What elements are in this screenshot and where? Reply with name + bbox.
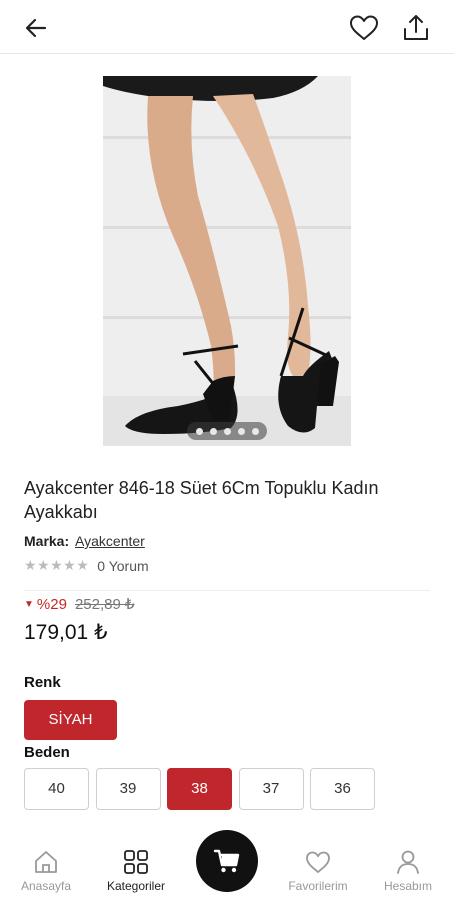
size-label: Beden xyxy=(24,744,70,761)
share-icon xyxy=(404,15,428,40)
nav-categories-label: Kategoriler xyxy=(106,879,166,893)
brand-link[interactable]: Ayakcenter xyxy=(75,533,145,549)
size-option[interactable]: 38 xyxy=(167,768,232,810)
rating-stars: ★★★★★ xyxy=(24,557,90,573)
nav-account-label: Hesabım xyxy=(383,879,433,893)
back-arrow-icon xyxy=(25,18,47,38)
size-option[interactable]: 36 xyxy=(310,768,375,810)
cart-button[interactable] xyxy=(196,830,258,892)
product-title: Ayakcenter 846-18 Süet 6Cm Topuklu Kadın… xyxy=(24,478,379,522)
gallery-dot[interactable] xyxy=(251,427,259,435)
user-icon xyxy=(397,850,419,874)
back-button[interactable] xyxy=(22,14,50,42)
gallery-dot[interactable] xyxy=(237,427,245,435)
gallery-dot[interactable] xyxy=(209,427,217,435)
size-option[interactable]: 40 xyxy=(24,768,89,810)
nav-home-label: Anasayfa xyxy=(20,879,72,893)
product-image-gallery[interactable] xyxy=(103,76,351,446)
size-option[interactable]: 39 xyxy=(95,768,161,810)
brand-row: Marka: Ayakcenter xyxy=(24,533,145,549)
favorite-button[interactable] xyxy=(348,12,380,44)
gallery-pagination-dots[interactable] xyxy=(187,422,267,440)
nav-account[interactable]: Hesabım xyxy=(368,848,448,893)
discount-row: ▼ %29 252,89 ₺ xyxy=(24,595,135,614)
gallery-dot[interactable] xyxy=(195,427,203,435)
brand-label: Marka: xyxy=(24,533,70,549)
share-button[interactable] xyxy=(400,12,432,44)
color-label: Renk xyxy=(24,674,61,691)
rating-row[interactable]: ★★★★★ 0 Yorum xyxy=(24,557,149,574)
gallery-dot[interactable] xyxy=(223,427,231,435)
size-option[interactable]: 37 xyxy=(238,768,304,810)
size-options: 40 39 38 37 36 xyxy=(24,768,382,810)
old-price: 252,89 ₺ xyxy=(74,596,135,613)
color-option-selected[interactable]: SİYAH xyxy=(24,700,117,740)
nav-favorites-label: Favorilerim xyxy=(288,879,348,893)
divider xyxy=(24,590,430,591)
down-arrow-icon: ▼ xyxy=(24,598,34,610)
current-price: 179,01 ₺ xyxy=(24,621,108,644)
review-count: 0 Yorum xyxy=(97,557,149,574)
top-bar xyxy=(0,0,454,54)
cart-icon xyxy=(213,849,240,873)
heart-icon xyxy=(350,15,378,40)
heart-icon xyxy=(306,851,330,873)
product-photo xyxy=(103,76,351,446)
nav-categories[interactable]: Kategoriler xyxy=(96,848,176,893)
nav-favorites[interactable]: Favorilerim xyxy=(278,848,358,893)
discount-percent: %29 xyxy=(36,595,67,613)
nav-home[interactable]: Anasayfa xyxy=(6,848,86,893)
home-icon xyxy=(35,851,57,873)
grid-icon xyxy=(124,850,148,874)
